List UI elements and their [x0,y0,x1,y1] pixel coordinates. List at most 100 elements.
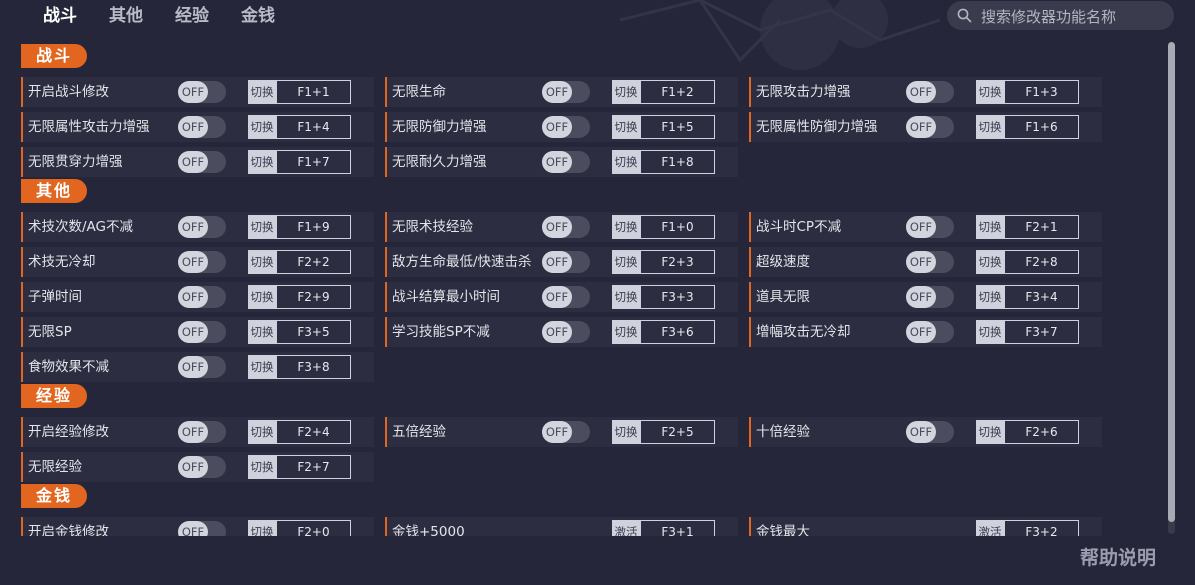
cheat-toggle[interactable]: OFF [906,216,954,238]
top-tab-bar: 战斗 其他 经验 金钱 [0,0,1195,34]
cheat-toggle[interactable]: OFF [906,286,954,308]
cheat-item: 无限贯穿力增强 OFF 切换 F1+7 [21,147,374,177]
cheat-toggle[interactable]: OFF [178,421,226,443]
tab-combat[interactable]: 战斗 [43,4,77,28]
hotkey-mode-label: 切换 [612,285,640,309]
cheat-label: 金钱最大 [756,524,810,536]
cheat-row: 开启经验修改 OFF 切换 F2+4 五倍经验 OFF 切换 F2+5 十倍经验 OFF 切换 F2+… [21,417,1104,447]
cheat-item: 学习技能SP不减 OFF 切换 F3+6 [385,317,738,347]
cheat-toggle[interactable]: OFF [542,81,590,103]
hotkey-field[interactable]: F1+5 [640,115,715,139]
cheat-toggle[interactable]: OFF [178,81,226,103]
search-box [947,1,1174,30]
hotkey-field[interactable]: F1+8 [640,150,715,174]
hotkey-field[interactable]: F2+0 [276,520,351,536]
cheat-row: 子弹时间 OFF 切换 F2+9 战斗结算最小时间 OFF 切换 F3+3 道具无限 OFF 切换 F… [21,282,1104,312]
hotkey-field[interactable]: F3+5 [276,320,351,344]
cheat-label: 无限属性防御力增强 [756,119,878,135]
cheat-toggle[interactable]: OFF [178,321,226,343]
hotkey-field[interactable]: F1+9 [276,215,351,239]
search-input[interactable] [979,4,1168,29]
hotkey-field[interactable]: F1+7 [276,150,351,174]
toggle-state-label: OFF [542,81,572,103]
hotkey-field[interactable]: F2+1 [1004,215,1079,239]
hotkey-field[interactable]: F2+9 [276,285,351,309]
tab-experience[interactable]: 经验 [175,4,209,28]
hotkey-field[interactable]: F3+3 [640,285,715,309]
hotkey-field[interactable]: F3+8 [276,355,351,379]
hotkey-field[interactable]: F1+3 [1004,80,1079,104]
hotkey-field[interactable]: F2+4 [276,420,351,444]
cheat-toggle[interactable]: OFF [906,81,954,103]
hotkey-field[interactable]: F2+3 [640,250,715,274]
hotkey-field[interactable]: F2+6 [1004,420,1079,444]
hotkey-mode-label: 切换 [248,455,276,479]
hotkey-field[interactable]: F2+2 [276,250,351,274]
cheat-label: 学习技能SP不减 [392,324,490,340]
help-button[interactable]: 帮助说明 [1080,543,1156,570]
cheat-toggle[interactable]: OFF [906,421,954,443]
hotkey-mode-label: 激活 [612,520,640,536]
cheat-label: 食物效果不减 [28,359,109,375]
cheat-toggle[interactable]: OFF [178,251,226,273]
cheat-toggle[interactable]: OFF [178,356,226,378]
cheat-toggle[interactable]: OFF [178,216,226,238]
cheat-toggle[interactable]: OFF [542,216,590,238]
cheat-label: 无限属性攻击力增强 [28,119,150,135]
tab-other[interactable]: 其他 [109,4,143,28]
hotkey-field[interactable]: F1+2 [640,80,715,104]
cheat-label: 术技次数/AG不减 [28,219,134,235]
toggle-state-label: OFF [178,251,208,273]
hotkey-mode-label: 切换 [612,250,640,274]
hotkey-field[interactable]: F3+4 [1004,285,1079,309]
hotkey-mode-label: 切换 [248,285,276,309]
cheat-toggle[interactable]: OFF [178,116,226,138]
cheat-toggle[interactable]: OFF [178,151,226,173]
cheat-toggle[interactable]: OFF [542,321,590,343]
cheat-item: 金钱+5000 激活 F3+1 [385,517,738,536]
hotkey-mode-label: 切换 [976,320,1004,344]
cheat-toggle[interactable]: OFF [542,421,590,443]
hotkey-field[interactable]: F2+5 [640,420,715,444]
cheat-item: 术技次数/AG不减 OFF 切换 F1+9 [21,212,374,242]
cheat-toggle[interactable]: OFF [906,116,954,138]
cheat-toggle[interactable]: OFF [542,151,590,173]
hotkey-field[interactable]: F3+2 [1004,520,1079,536]
cheat-item: 十倍经验 OFF 切换 F2+6 [749,417,1102,447]
cheat-toggle[interactable]: OFF [542,286,590,308]
toggle-state-label: OFF [178,286,208,308]
hotkey-field[interactable]: F1+0 [640,215,715,239]
hotkey-field[interactable]: F1+6 [1004,115,1079,139]
hotkey-field[interactable]: F2+8 [1004,250,1079,274]
hotkey-field[interactable]: F1+1 [276,80,351,104]
cheat-item: 道具无限 OFF 切换 F3+4 [749,282,1102,312]
hotkey-field[interactable]: F2+7 [276,455,351,479]
cheat-item: 超级速度 OFF 切换 F2+8 [749,247,1102,277]
cheat-item: 开启经验修改 OFF 切换 F2+4 [21,417,374,447]
toggle-state-label: OFF [906,81,936,103]
hotkey-field[interactable]: F1+4 [276,115,351,139]
cheat-row: 开启金钱修改 OFF 切换 F2+0 金钱+5000 激活 F3+1 金钱最大 激活 F3+2 [21,517,1104,536]
tab-money[interactable]: 金钱 [241,4,275,28]
cheat-toggle[interactable]: OFF [178,286,226,308]
toggle-state-label: OFF [178,421,208,443]
hotkey-field[interactable]: F3+1 [640,520,715,536]
scrollbar-thumb[interactable] [1168,42,1175,522]
cheat-label: 无限贯穿力增强 [28,154,123,170]
cheat-toggle[interactable]: OFF [542,251,590,273]
cheat-toggle[interactable]: OFF [906,321,954,343]
cheat-toggle[interactable]: OFF [178,456,226,478]
cheat-toggle[interactable]: OFF [178,521,226,536]
cheat-item: 无限防御力增强 OFF 切换 F1+5 [385,112,738,142]
hotkey-mode-label: 切换 [612,150,640,174]
cheat-toggle[interactable]: OFF [906,251,954,273]
cheat-label: 无限耐久力增强 [392,154,487,170]
hotkey-mode-label: 切换 [248,115,276,139]
toggle-state-label: OFF [178,151,208,173]
hotkey-field[interactable]: F3+7 [1004,320,1079,344]
toggle-state-label: OFF [178,116,208,138]
hotkey-mode-label: 切换 [976,285,1004,309]
cheat-label: 五倍经验 [392,424,446,440]
cheat-toggle[interactable]: OFF [542,116,590,138]
hotkey-field[interactable]: F3+6 [640,320,715,344]
